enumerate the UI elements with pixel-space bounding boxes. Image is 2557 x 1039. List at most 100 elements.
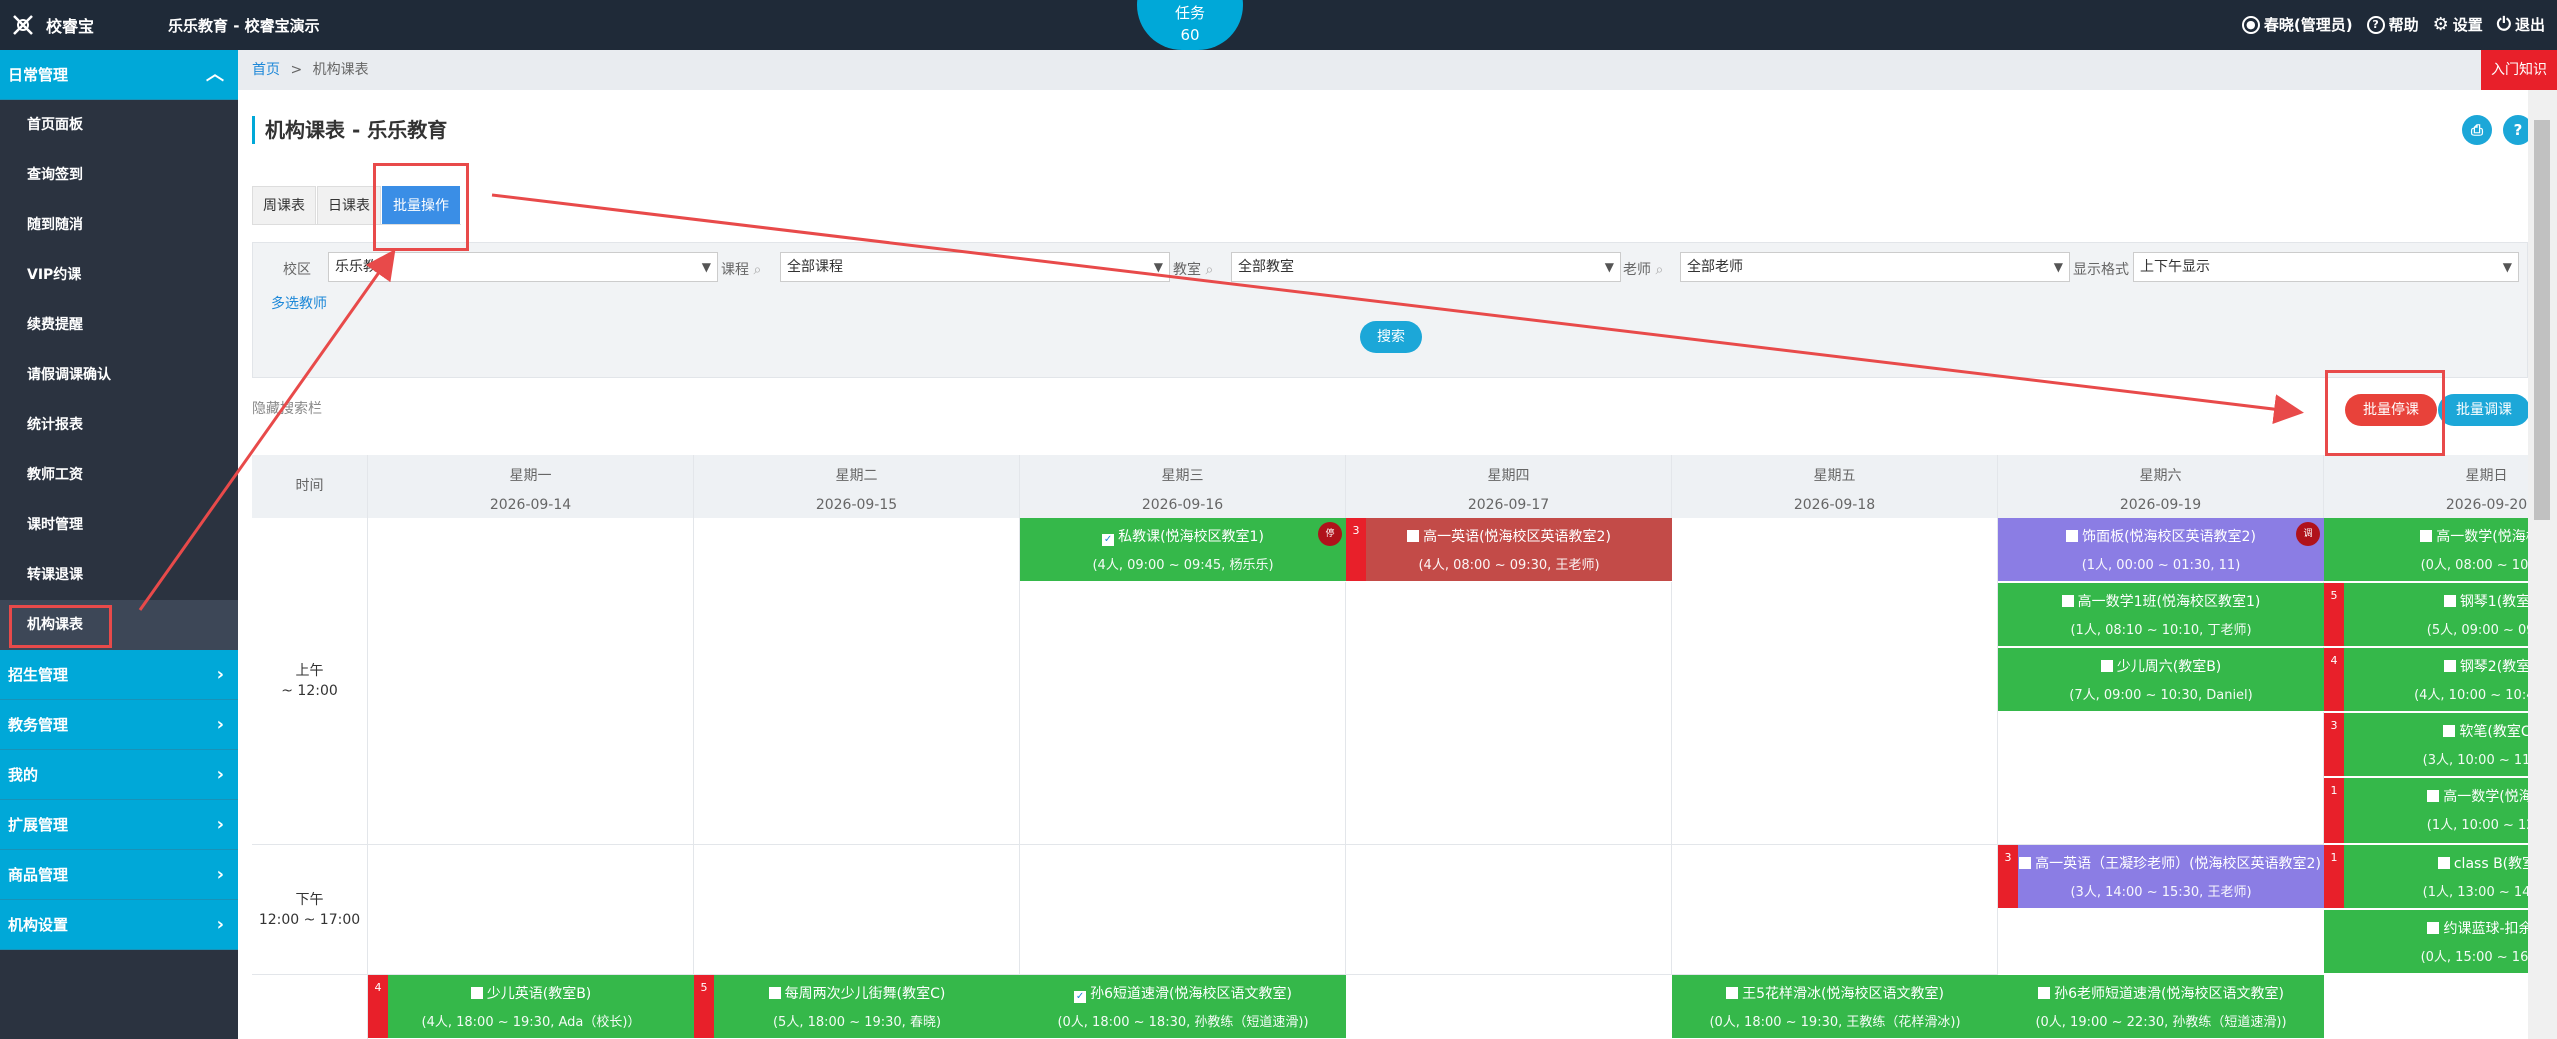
batch-adjust-button[interactable]: 批量调课 — [2438, 394, 2530, 426]
room-select[interactable]: 全部教室 ▼ — [1231, 252, 1621, 282]
sidebar-item-hours[interactable]: 课时管理 — [0, 500, 238, 550]
checkbox[interactable] — [1407, 530, 1420, 542]
tab-week[interactable]: 周课表 — [252, 186, 316, 224]
checkbox[interactable] — [470, 987, 483, 999]
cell[interactable] — [694, 845, 1020, 975]
checkbox-checked[interactable]: ✓ — [1074, 991, 1087, 1003]
checkbox[interactable] — [2420, 530, 2433, 542]
logout-label: 退出 — [2514, 16, 2545, 34]
org-title: 乐乐教育 - 校睿宝演示 — [168, 17, 320, 35]
checkbox[interactable] — [2427, 922, 2440, 934]
sidebar-group-extend[interactable]: 扩展管理 › — [0, 800, 238, 850]
checkbox[interactable] — [2443, 660, 2456, 672]
sidebar-group-label: 机构设置 — [8, 916, 69, 934]
checkbox[interactable] — [2061, 595, 2074, 607]
breadcrumb-sep: > — [290, 62, 303, 78]
day-header: 星期一 2026-09-14 — [368, 455, 694, 518]
event-detail: (5人, 18:00 ~ 19:30, 春晓) — [772, 1015, 942, 1030]
course-event[interactable]: 4 钢琴2(教室 (4人, 10:00 ~ 10:45, A — [2324, 648, 2528, 712]
sidebar-group-daily[interactable]: 日常管理 ︿ — [0, 50, 238, 100]
format-select[interactable]: 上下午显示 ▼ — [2133, 252, 2519, 282]
course-event[interactable]: 高一数学1班(悦海校区教室1) (1人, 08:10 ~ 10:10, 丁老师) — [1998, 583, 2324, 647]
checkbox[interactable] — [2427, 790, 2440, 802]
breadcrumb-home[interactable]: 首页 — [252, 62, 280, 78]
course-event[interactable]: 王5花样滑冰(悦海校区语文教室) (0人, 18:00 ~ 19:30, 王教练… — [1672, 975, 1998, 1039]
course-event[interactable]: 1 高一数学(悦海校 (1人, 10:00 ~ 12:0 — [2324, 778, 2528, 844]
sidebar-group-goods[interactable]: 商品管理 › — [0, 850, 238, 900]
checkbox[interactable] — [2443, 725, 2456, 737]
print-icon: ⎙ — [2470, 121, 2483, 139]
cell[interactable] — [1346, 845, 1672, 975]
sidebar-item-reports[interactable]: 统计报表 — [0, 400, 238, 450]
course-event[interactable]: 4 少儿英语(教室B) (4人, 18:00 ~ 19:30, Ada（校长)） — [368, 975, 694, 1039]
sidebar-item-transfer[interactable]: 转课退课 — [0, 550, 238, 600]
event-title: 高一数学1班(悦海校区教室1) — [2077, 594, 2261, 610]
checkbox[interactable] — [2066, 530, 2079, 542]
cell[interactable] — [368, 518, 694, 845]
sidebar-group-org[interactable]: 机构设置 › — [0, 900, 238, 950]
course-event[interactable]: 高一数学(悦海校区 (0人, 08:00 ~ 10:00, — [2324, 518, 2528, 582]
page-title: 机构课表 - 乐乐教育 — [252, 116, 447, 144]
course-event[interactable]: ✓ 私教课(悦海校区教室1) (4人, 09:00 ~ 09:45, 杨乐乐) 停 — [1020, 518, 1346, 582]
top-bar: 校睿宝 乐乐教育 - 校睿宝演示 任务 60 ● 春晓(管理员) ? 帮助 ⚙ 设置 … — [0, 0, 2557, 50]
multi-teacher-link[interactable]: 多选教师 — [271, 293, 327, 313]
logout-link[interactable]: ⏻ 退出 — [2497, 14, 2545, 35]
checkbox[interactable] — [1726, 987, 1739, 999]
sidebar-item-salary[interactable]: 教师工资 — [0, 450, 238, 500]
sidebar-item-walkin[interactable]: 随到随消 — [0, 200, 238, 250]
course-event[interactable]: 饰面板(悦海校区英语教室2) (1人, 00:00 ~ 01:30, 11) 调 — [1998, 518, 2324, 582]
cell[interactable] — [1672, 845, 1998, 975]
help-link[interactable]: ? 帮助 — [2366, 14, 2419, 35]
search-button[interactable]: 搜索 — [1360, 321, 1422, 353]
course-event[interactable]: 约课蓝球-扣余额 (0人, 15:00 ~ 16:30, — [2324, 910, 2528, 974]
event-detail: (4人, 10:00 ~ 10:45, A — [2414, 688, 2528, 703]
cell[interactable] — [694, 518, 1020, 845]
course-event[interactable]: 孙6老师短道速滑(悦海校区语文教室) (0人, 19:00 ~ 22:30, 孙… — [1998, 975, 2324, 1039]
sidebar-group-enroll[interactable]: 招生管理 › — [0, 650, 238, 700]
course-event[interactable]: 3 软笔(教室C (3人, 10:00 ~ 11:30 — [2324, 713, 2528, 777]
intro-knowledge-button[interactable]: 入门知识 — [2481, 50, 2557, 90]
cell[interactable] — [1672, 518, 1998, 845]
task-bubble[interactable]: 任务 60 — [1137, 0, 1243, 50]
scrollbar-thumb[interactable] — [2534, 120, 2550, 520]
tab-day[interactable]: 日课表 — [317, 186, 381, 224]
sidebar-item-renewal[interactable]: 续费提醒 — [0, 300, 238, 350]
app-logo[interactable]: 校睿宝 — [10, 12, 94, 38]
settings-link[interactable]: ⚙ 设置 — [2433, 14, 2483, 35]
format-value: 上下午显示 — [2140, 259, 2210, 275]
checkbox[interactable] — [2437, 857, 2450, 869]
checkbox[interactable] — [768, 987, 781, 999]
course-select[interactable]: 全部课程 ▼ — [780, 252, 1170, 282]
checkbox[interactable] — [2100, 660, 2113, 672]
campus-select[interactable]: 乐乐教育 ▼ — [328, 252, 718, 282]
user-menu[interactable]: ● 春晓(管理员) — [2241, 14, 2353, 35]
course-event[interactable]: 少儿周六(教室B) (7人, 09:00 ~ 10:30, Daniel) — [1998, 648, 2324, 712]
checkbox[interactable] — [2443, 595, 2456, 607]
checkbox[interactable] — [2019, 857, 2032, 869]
page-scrollbar[interactable] — [2528, 90, 2557, 1039]
checkbox[interactable] — [2038, 987, 2051, 999]
date-label: 2026-09-14 — [489, 497, 572, 513]
course-event[interactable]: 1 class B(教室 (1人, 13:00 ~ 14:30 — [2324, 845, 2528, 909]
sidebar-group-mine[interactable]: 我的 › — [0, 750, 238, 800]
sidebar-item-checkin[interactable]: 查询签到 — [0, 150, 238, 200]
sidebar-item-home-panel[interactable]: 首页面板 — [0, 100, 238, 150]
cell[interactable] — [368, 845, 694, 975]
weekday-label: 星期二 — [835, 468, 878, 484]
course-event[interactable]: 5 每周两次少儿街舞(教室C) (5人, 18:00 ~ 19:30, 春晓) — [694, 975, 1020, 1039]
checkbox-checked[interactable]: ✓ — [1102, 534, 1115, 546]
hide-search-link[interactable]: 隐藏搜索栏 — [252, 398, 322, 418]
course-event[interactable]: 3 高一英语(悦海校区英语教室2) (4人, 08:00 ~ 09:30, 王老… — [1346, 518, 1672, 582]
course-event[interactable]: 5 钢琴1(教室 (5人, 09:00 ~ 09:4 — [2324, 583, 2528, 647]
dropdown-arrow-icon: ▼ — [1604, 260, 1614, 274]
course-event[interactable]: 3 高一英语（王凝珍老师）(悦海校区英语教室2) (3人, 14:00 ~ 15… — [1998, 845, 2324, 909]
cell[interactable] — [1020, 845, 1346, 975]
room-label: 教室 ⌕ — [1173, 259, 1213, 279]
sidebar-group-academic[interactable]: 教务管理 › — [0, 700, 238, 750]
teacher-select[interactable]: 全部老师 ▼ — [1680, 252, 2070, 282]
print-button[interactable]: ⎙ — [2462, 115, 2492, 145]
course-event[interactable]: ✓ 孙6短道速滑(悦海校区语文教室) (0人, 18:00 ~ 18:30, 孙教… — [1020, 975, 1346, 1039]
event-detail: (0人, 18:00 ~ 19:30, 王教练（花样滑冰)) — [1709, 1015, 1961, 1030]
sidebar-item-vip[interactable]: VIP约课 — [0, 250, 238, 300]
sidebar-item-leave[interactable]: 请假调课确认 — [0, 350, 238, 400]
